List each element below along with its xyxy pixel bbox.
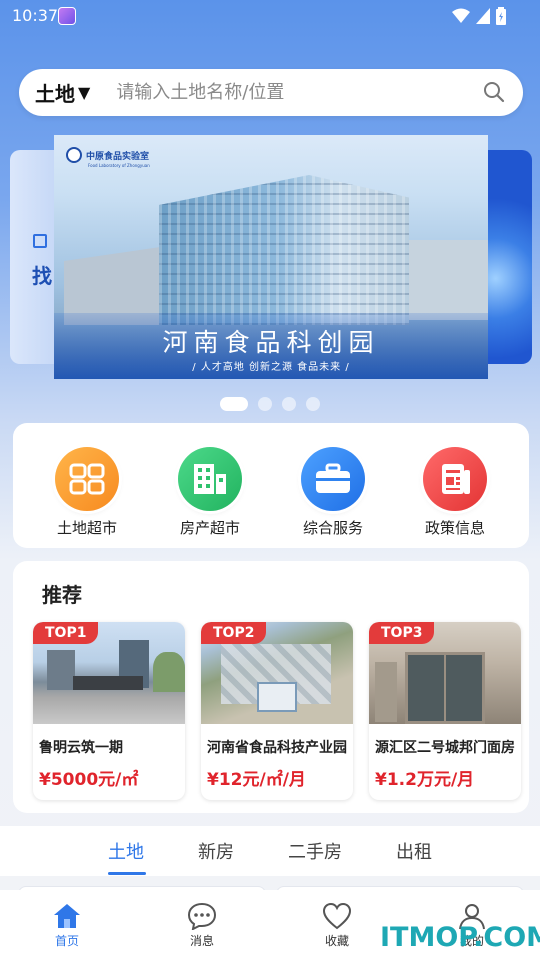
banner-subtitle: / 人才高地 创新之源 食品未来 / xyxy=(192,362,350,373)
message-icon xyxy=(187,902,217,930)
app-notification-icon xyxy=(58,7,76,25)
dropdown-arrow-icon: ▼ xyxy=(78,83,91,102)
nav-favorites[interactable]: 收藏 xyxy=(302,902,372,949)
property-price: ¥12元/㎡/月 xyxy=(207,770,306,790)
carousel-dot[interactable] xyxy=(282,397,296,411)
nav-label: 收藏 xyxy=(324,934,349,948)
status-indicators xyxy=(452,7,506,25)
home-icon xyxy=(54,904,80,928)
tab-second-hand[interactable]: 二手房 xyxy=(288,838,342,864)
briefcase-icon xyxy=(301,447,365,511)
property-price: ¥1.2万元/月 xyxy=(375,770,475,790)
tab-new-house[interactable]: 新房 xyxy=(198,838,234,864)
document-icon xyxy=(423,447,487,511)
tab-rent[interactable]: 出租 xyxy=(396,838,432,864)
property-name: 源汇区二号城邦门面房 xyxy=(375,740,515,756)
wifi-icon xyxy=(452,8,470,23)
property-name: 河南省食品科技产业园 xyxy=(207,740,347,756)
carousel-dot[interactable] xyxy=(306,397,320,411)
slide-logo-icon xyxy=(33,234,47,248)
nav-home[interactable]: 首页 xyxy=(32,902,102,949)
category-dropdown-label: 土地 xyxy=(35,82,75,106)
search-input[interactable] xyxy=(116,82,457,103)
category-dropdown[interactable]: 土地 ▼ xyxy=(35,78,90,107)
rank-badge: TOP2 xyxy=(201,622,267,644)
site-watermark: ITMOP.COM xyxy=(380,922,540,953)
nav-messages[interactable]: 消息 xyxy=(167,902,237,949)
carousel-dot[interactable] xyxy=(220,397,248,411)
category-label: 政策信息 xyxy=(424,519,485,537)
recommend-section: 推荐 TOP1 鲁明云筑一期 ¥5000元/㎡ TOP2 河南省食品科技产业园 … xyxy=(13,561,529,813)
recommend-title: 推荐 xyxy=(42,583,82,607)
search-bar: 土地 ▼ xyxy=(19,69,523,116)
heart-icon xyxy=(322,902,352,930)
banner-main-building xyxy=(159,175,409,325)
lab-seal-icon xyxy=(66,147,82,163)
banner-logo: 中原食品实验室 Food Laboratory of Zhongyuan xyxy=(66,147,150,168)
banner-slide[interactable]: 中原食品实验室 Food Laboratory of Zhongyuan 河南食… xyxy=(54,135,488,379)
tab-land[interactable]: 土地 xyxy=(108,838,144,864)
signal-icon xyxy=(476,8,490,24)
recommend-item[interactable]: TOP3 源汇区二号城邦门面房 ¥1.2万元/月 xyxy=(369,622,521,800)
nav-label: 消息 xyxy=(189,934,214,948)
building-icon xyxy=(178,447,242,511)
banner-title: 河南食品科创园 xyxy=(162,328,380,357)
category-policy-info[interactable]: 政策信息 xyxy=(405,447,505,538)
status-bar: 10:37 xyxy=(0,0,540,32)
category-property-market[interactable]: 房产超市 xyxy=(160,447,260,538)
property-price: ¥5000元/㎡ xyxy=(39,770,139,790)
search-icon[interactable] xyxy=(483,81,505,103)
recommend-item[interactable]: TOP2 河南省食品科技产业园 ¥12元/㎡/月 xyxy=(201,622,353,800)
category-comprehensive-service[interactable]: 综合服务 xyxy=(283,447,383,538)
property-photo: TOP3 xyxy=(369,622,521,724)
status-time: 10:37 xyxy=(12,6,59,25)
category-label: 综合服务 xyxy=(302,519,363,537)
tab-active-indicator xyxy=(108,872,146,875)
category-card: 土地超市 房产超市 综合服务 政策信息 xyxy=(13,423,529,548)
property-name: 鲁明云筑一期 xyxy=(39,740,123,756)
property-photo: TOP2 xyxy=(201,622,353,724)
banner-building-right xyxy=(404,240,488,320)
property-photo: TOP1 xyxy=(33,622,185,724)
carousel-indicator xyxy=(0,397,540,411)
nav-label: 首页 xyxy=(54,934,79,948)
category-label: 土地超市 xyxy=(56,519,117,537)
category-label: 房产超市 xyxy=(179,519,240,537)
banner-logo-text: 中原食品实验室 xyxy=(86,151,150,162)
battery-icon xyxy=(496,7,506,25)
banner-logo-subtext: Food Laboratory of Zhongyuan xyxy=(88,163,150,168)
category-land-market[interactable]: 土地超市 xyxy=(37,447,137,538)
listing-tabs: 土地 新房 二手房 出租 xyxy=(0,826,540,876)
rank-badge: TOP1 xyxy=(33,622,99,644)
recommend-item[interactable]: TOP1 鲁明云筑一期 ¥5000元/㎡ xyxy=(33,622,185,800)
grid-icon xyxy=(55,447,119,511)
carousel-dot[interactable] xyxy=(258,397,272,411)
rank-badge: TOP3 xyxy=(369,622,435,644)
banner-prev-text: 找 xyxy=(32,264,52,288)
